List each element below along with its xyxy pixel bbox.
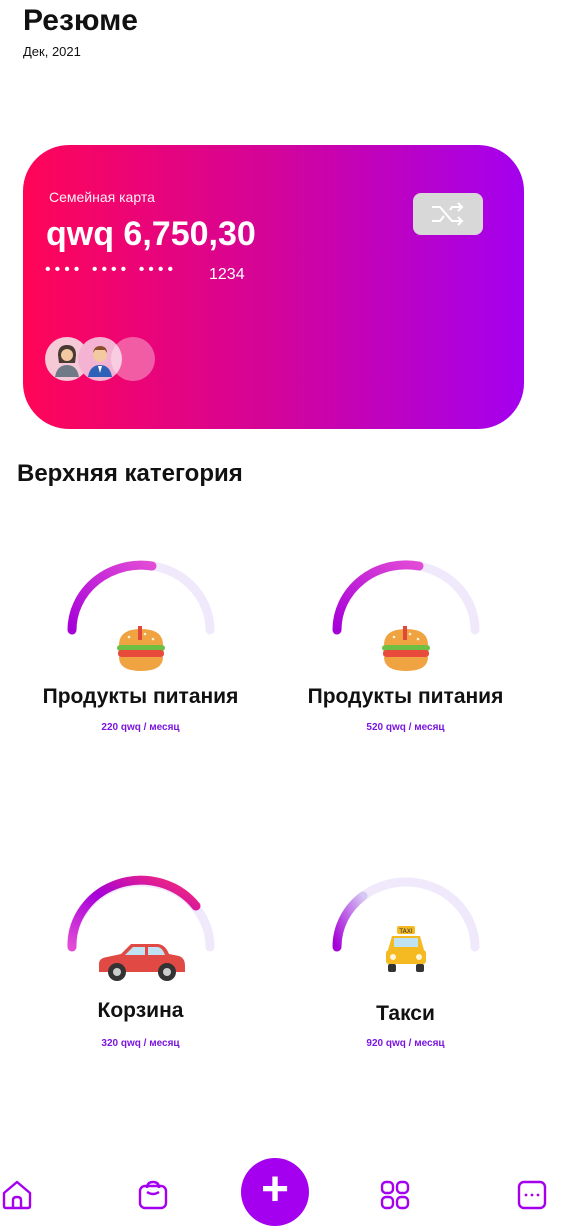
grid-icon <box>380 1180 410 1210</box>
nav-grid[interactable] <box>378 1178 412 1212</box>
category-item[interactable]: TAXI Такси 920 qwq / месяц <box>273 872 538 1062</box>
family-card[interactable]: Семейная карта qwq 6,750,30 •••• •••• ••… <box>23 145 524 429</box>
taxi-icon: TAXI <box>385 926 426 972</box>
page-title: Резюме <box>23 4 138 37</box>
section-title: Верхняя категория <box>17 460 243 487</box>
nav-bag[interactable] <box>136 1178 170 1212</box>
category-item[interactable]: Продукты питания 520 qwq / месяц <box>273 555 538 745</box>
category-name: Продукты питания <box>307 685 504 708</box>
card-masked-number: •••• •••• •••• <box>45 261 178 278</box>
burger-icon <box>116 626 165 671</box>
home-icon <box>2 1180 32 1210</box>
category-item[interactable]: Продукты питания 220 qwq / месяц <box>8 555 273 745</box>
car-icon <box>98 944 185 981</box>
shuffle-button[interactable] <box>413 193 483 235</box>
add-button[interactable]: + <box>241 1158 309 1226</box>
progress-gauge <box>331 560 479 635</box>
card-balance: qwq 6,750,30 <box>46 215 256 253</box>
category-name: Корзина <box>97 999 184 1022</box>
nav-home[interactable] <box>0 1178 34 1212</box>
category-item[interactable]: Корзина 320 qwq / месяц <box>8 872 273 1062</box>
shuffle-icon <box>432 202 464 226</box>
avatar-add[interactable] <box>111 337 155 381</box>
more-icon <box>517 1180 547 1210</box>
page-date: Дек, 2021 <box>23 44 81 59</box>
category-amount: 520 qwq / месяц <box>366 722 445 733</box>
add-icon: + <box>260 1163 290 1216</box>
svg-text:TAXI: TAXI <box>398 928 412 935</box>
nav-more[interactable] <box>515 1178 549 1212</box>
progress-gauge <box>67 560 214 635</box>
card-last-digits: 1234 <box>209 266 245 283</box>
card-name: Семейная карта <box>49 189 155 205</box>
category-name: Продукты питания <box>42 685 239 708</box>
category-amount: 920 qwq / месяц <box>366 1038 445 1049</box>
category-amount: 220 qwq / месяц <box>101 722 180 733</box>
bottom-nav: + <box>0 1150 567 1226</box>
burger-icon <box>381 626 430 671</box>
category-name: Такси <box>376 1002 435 1025</box>
category-amount: 320 qwq / месяц <box>101 1038 180 1049</box>
card-members <box>45 337 165 383</box>
bag-icon <box>138 1180 168 1210</box>
